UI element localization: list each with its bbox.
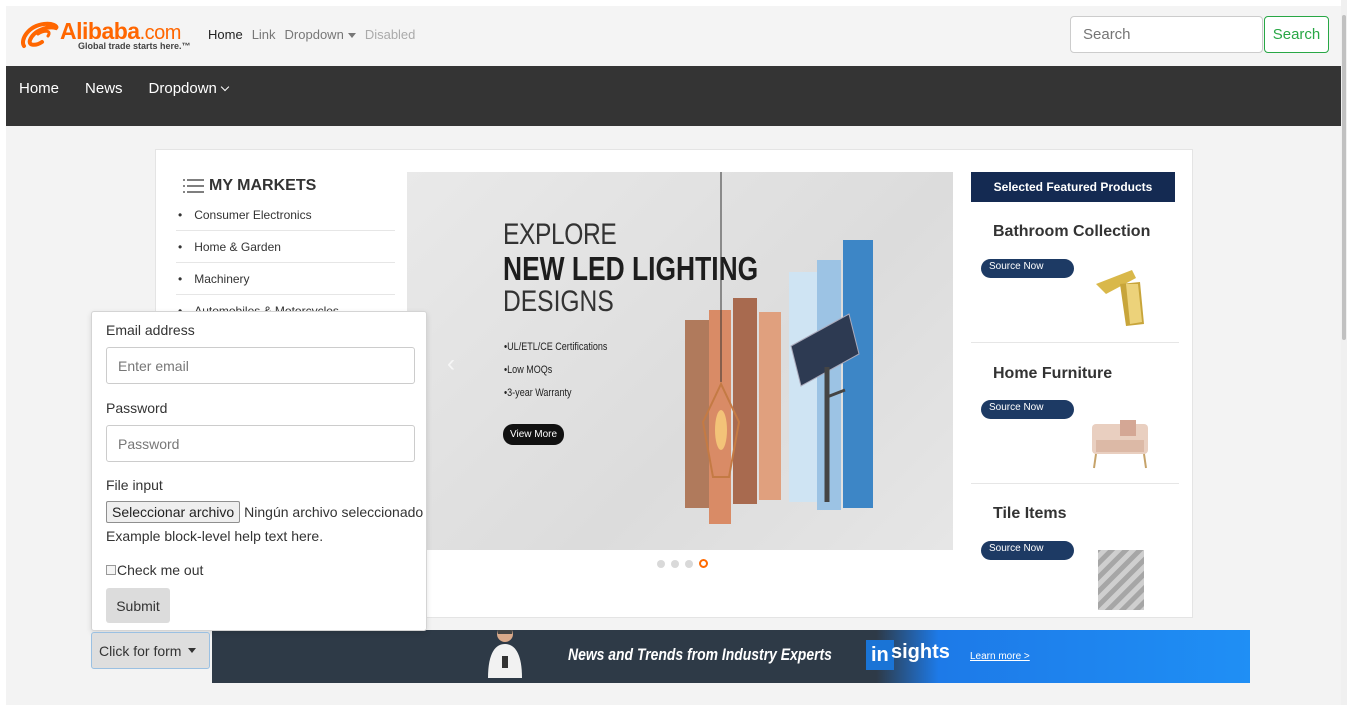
checkbox[interactable] [106,565,116,575]
market-item[interactable]: Consumer Electronics [176,199,395,231]
top-nav-link[interactable]: Link [252,27,276,42]
carousel-dot[interactable] [671,559,679,568]
source-now-button[interactable]: Source Now [981,541,1074,560]
password-placeholder: Password [118,435,180,452]
source-now-button[interactable]: Source Now [981,259,1074,278]
market-item[interactable]: Home & Garden [176,231,395,263]
insights-headline: News and Trends from Industry Experts [568,645,832,664]
carousel-indicators [657,559,708,568]
product-divider [971,342,1179,343]
carousel-dot-active[interactable] [699,559,708,568]
nav-home[interactable]: Home [19,80,59,97]
featured-heading: Selected Featured Products [971,172,1175,202]
faucet-image [1096,270,1144,326]
password-label: Password [106,400,168,416]
secondary-navbar: Home News Dropdown [6,66,1341,126]
markets-title-text: MY MARKETS [209,177,317,194]
list-menu-icon [183,179,204,193]
caret-down-icon [347,33,356,39]
search-button[interactable]: Search [1264,16,1329,53]
checkbox-label: Check me out [117,562,204,578]
markets-title: MY MARKETS [183,177,316,195]
email-label: Email address [106,322,195,338]
email-placeholder: Enter email [118,357,189,374]
click-for-form-button[interactable]: Click for form [91,632,210,669]
check-me-out[interactable]: Check me out [106,562,203,578]
password-field[interactable]: Password [106,425,415,462]
alibaba-logo[interactable]: Alibaba.com Global trade starts here.™ [18,16,191,56]
source-now-button[interactable]: Source Now [981,400,1074,419]
file-status-text: Ningún archivo seleccionado [244,504,424,520]
insights-banner[interactable]: News and Trends from Industry Experts in… [212,630,1250,683]
markets-list: Consumer Electronics Home & Garden Machi… [176,199,395,327]
caret-down-icon [188,648,197,653]
market-item[interactable]: Machinery [176,263,395,295]
nav-dropdown-label: Dropdown [148,80,217,97]
led-lighting-illustration [685,172,873,524]
top-nav-home[interactable]: Home [208,27,243,42]
file-input: Seleccionar archivo Ningún archivo selec… [106,501,423,523]
help-text: Example block-level help text here. [106,528,324,544]
choose-file-button[interactable]: Seleccionar archivo [106,501,241,523]
file-input-label: File input [106,477,163,493]
product-title-tile[interactable]: Tile Items [993,505,1067,523]
insights-logo-in: in [866,640,894,670]
chevron-down-icon [220,82,230,92]
product-title-furniture[interactable]: Home Furniture [993,365,1112,383]
product-title-bathroom[interactable]: Bathroom Collection [993,223,1150,241]
top-nav-disabled: Disabled [364,27,416,42]
expert-person-image [488,630,522,678]
alibaba-logo-icon [21,21,59,48]
nav-news[interactable]: News [85,80,123,97]
scrollbar[interactable] [1341,0,1347,705]
logo-tagline: Global trade starts here.™ [78,41,191,51]
carousel-dot[interactable] [657,559,665,568]
insights-logo-sights: sights [891,641,950,663]
email-field[interactable]: Enter email [106,347,415,384]
search-input[interactable] [1070,16,1263,53]
submit-button[interactable]: Submit [106,588,170,623]
carousel-slide[interactable]: ‹ EXPLORE NEW LED LIGHTING DESIGNS •UL/E… [407,172,953,550]
top-nav-links: Home Link Dropdown Disabled [208,27,415,42]
login-form-panel: Email address Enter email Password Passw… [91,311,427,631]
tile-image [1098,550,1144,610]
scrollbar-thumb[interactable] [1342,15,1346,340]
learn-more-link[interactable]: Learn more > [970,651,1030,662]
nav-dropdown[interactable]: Dropdown [148,80,230,97]
product-divider [971,483,1179,484]
carousel-dot[interactable] [685,559,693,568]
top-nav-dropdown-label: Dropdown [284,27,344,42]
click-for-form-label: Click for form [99,642,182,659]
top-nav-dropdown[interactable]: Dropdown [285,27,356,42]
top-navbar: Alibaba.com Global trade starts here.™ H… [6,6,1341,66]
sofa-image [1092,420,1148,469]
